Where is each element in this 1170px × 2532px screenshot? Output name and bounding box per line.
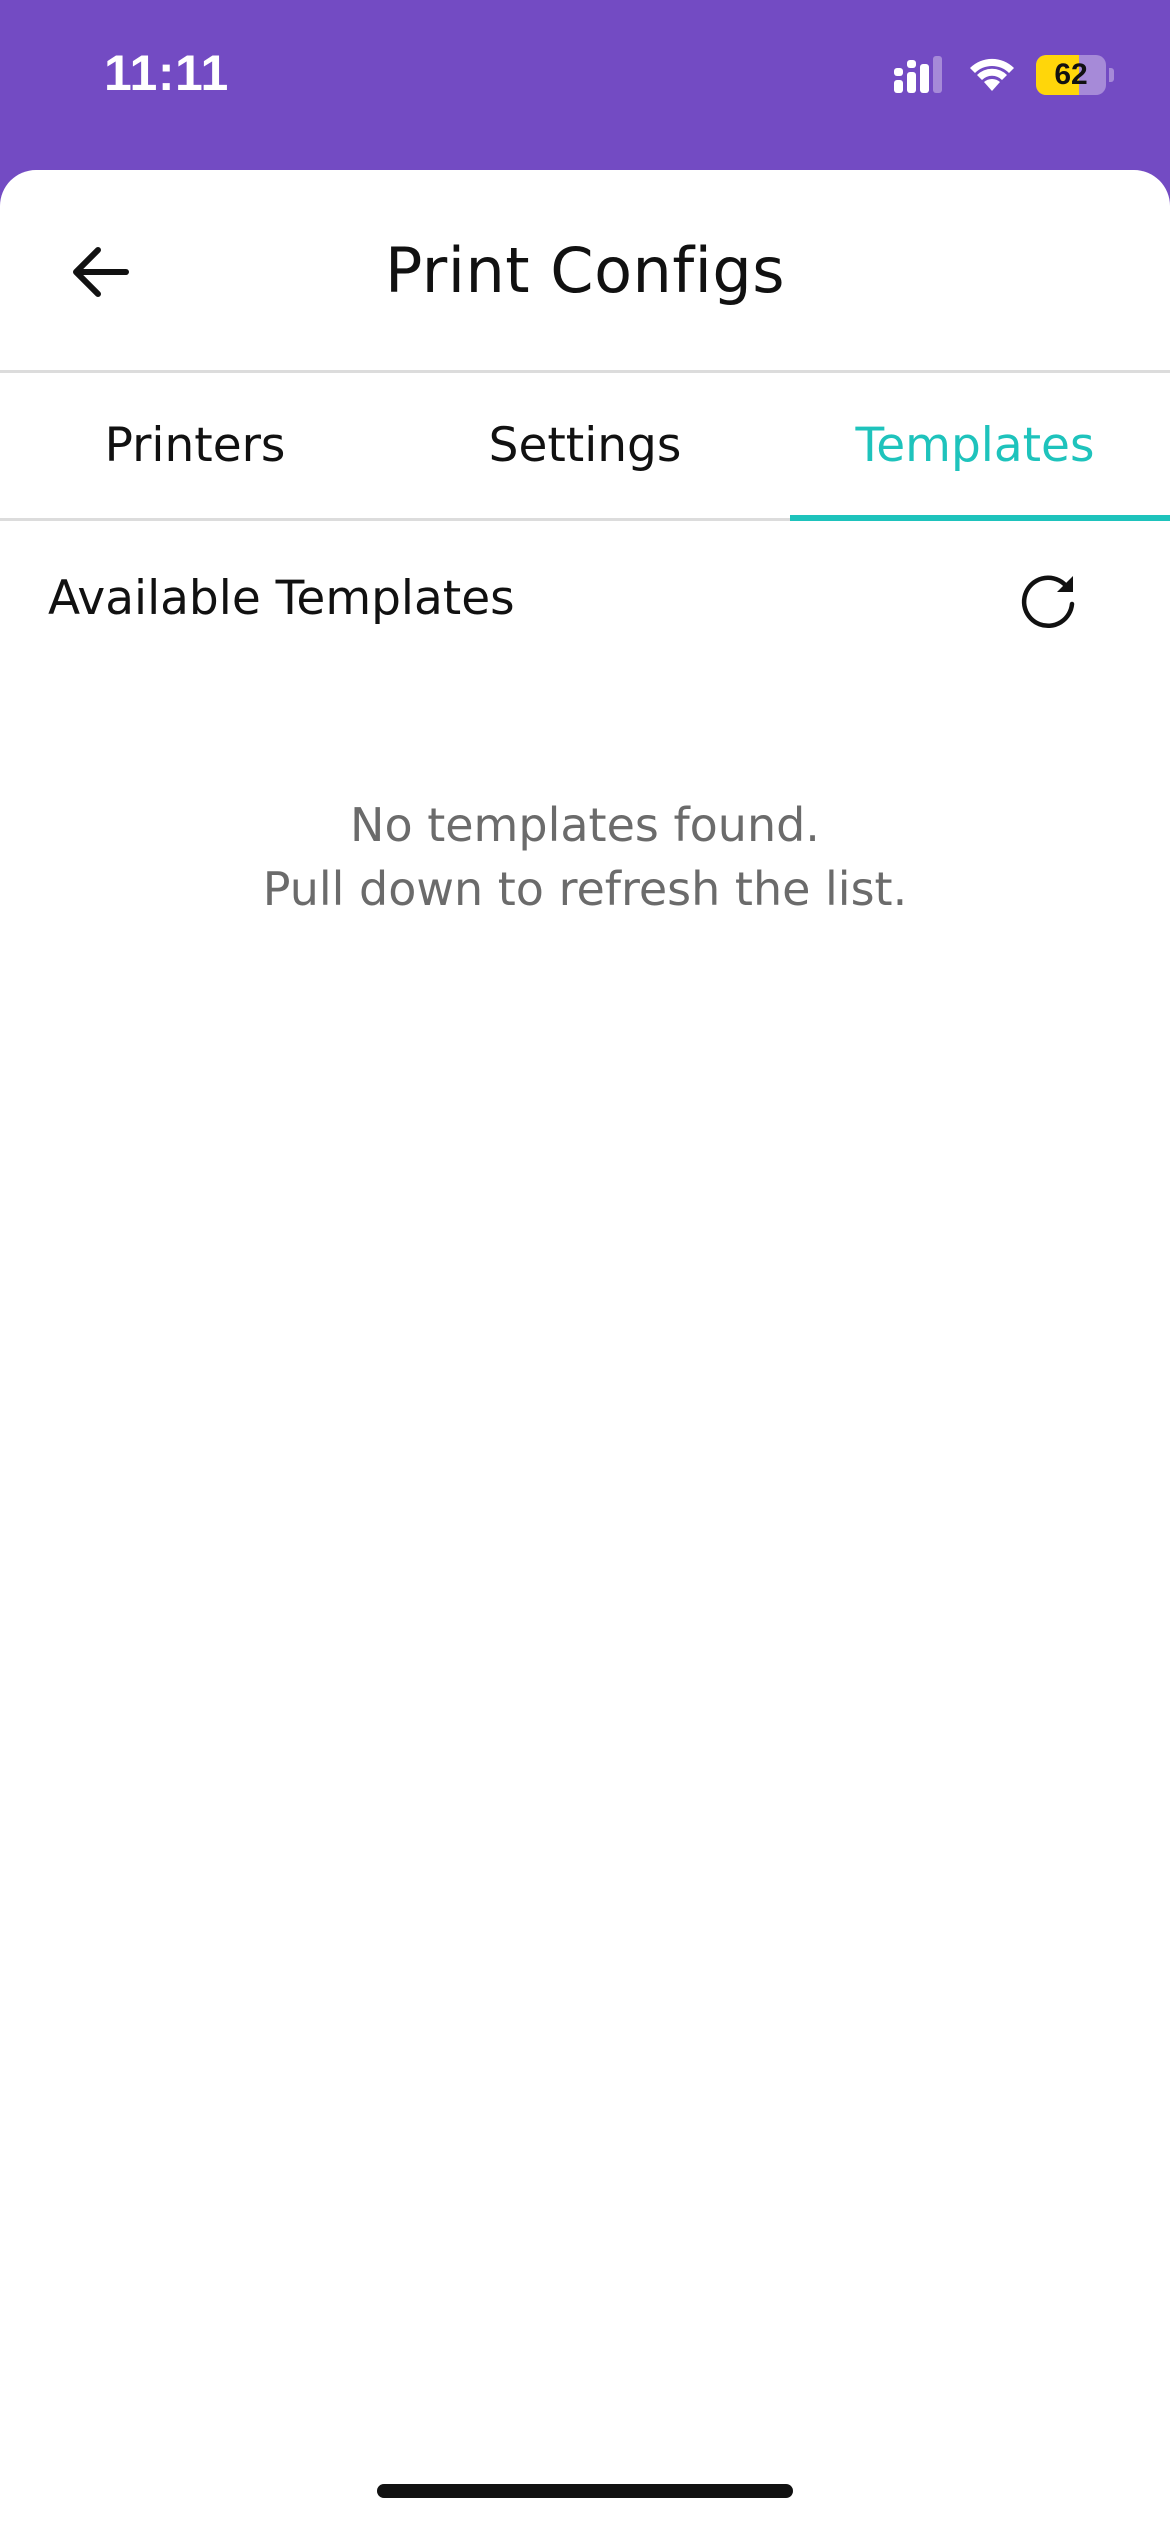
status-icons: 62	[892, 50, 1114, 100]
status-time: 11:11	[104, 45, 229, 101]
tab-label: Printers	[104, 418, 286, 473]
empty-state-hint: Pull down to refresh the list.	[262, 862, 908, 916]
tab-templates[interactable]: Templates	[780, 373, 1170, 521]
wifi-icon	[970, 58, 1014, 91]
empty-state: No templates found. Pull down to refresh…	[0, 793, 1170, 921]
page-title: Print Configs	[384, 234, 786, 307]
refresh-button[interactable]	[1008, 561, 1088, 641]
status-bar: 11:11 62	[0, 0, 1170, 170]
tab-printers[interactable]: Printers	[0, 373, 390, 518]
section-title: Available Templates	[48, 571, 515, 626]
tab-label: Templates	[855, 418, 1095, 473]
tab-label: Settings	[488, 418, 682, 473]
empty-state-title: No templates found.	[350, 798, 820, 852]
signal-icon	[894, 56, 942, 93]
battery-icon: 62	[1036, 55, 1114, 95]
refresh-icon	[1021, 575, 1075, 629]
tab-settings[interactable]: Settings	[390, 373, 780, 518]
battery-percent: 62	[1054, 58, 1088, 91]
home-indicator[interactable]	[377, 2484, 793, 2498]
header: Print Configs	[0, 170, 1170, 373]
tab-bar: Printers Settings Templates	[0, 373, 1170, 521]
print-configs-sheet: Print Configs Printers Settings Template…	[0, 170, 1170, 2532]
section-header: Available Templates	[0, 521, 1170, 689]
